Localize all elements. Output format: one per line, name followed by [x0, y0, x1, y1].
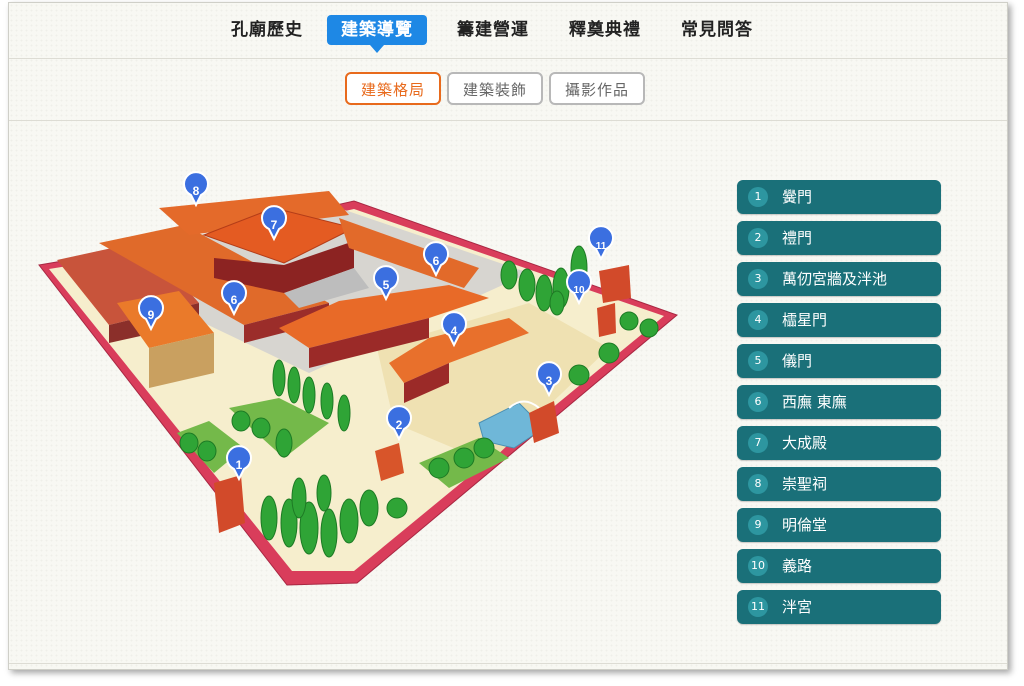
legend-item-1[interactable]: 1 黌門	[737, 180, 941, 214]
pan-palace-gate	[599, 265, 631, 303]
page-frame: 孔廟歷史 建築導覽 籌建營運 釋奠典禮 常見問答 建築格局 建築裝飾 攝影作品	[8, 2, 1008, 670]
temple-map: 1 2 3 4 5 6 6 7 8 9 10 11	[38, 171, 678, 586]
hong-gate	[214, 475, 245, 533]
pin-11-number: 11	[596, 241, 607, 252]
pin-8[interactable]: 8	[183, 171, 209, 208]
pin-10-number: 10	[573, 285, 585, 296]
legend-item-2[interactable]: 2 禮門	[737, 221, 941, 255]
pin-11[interactable]: 11	[588, 225, 614, 262]
legend-number-badge: 6	[748, 392, 768, 412]
yi-road-gate	[597, 303, 616, 337]
legend-item-11[interactable]: 11 泮宮	[737, 590, 941, 624]
legend-number-badge: 7	[748, 433, 768, 453]
legend-item-8[interactable]: 8 崇聖祠	[737, 467, 941, 501]
legend-label: 儀門	[782, 352, 813, 370]
pin-7-number: 7	[271, 218, 278, 232]
legend-item-9[interactable]: 9 明倫堂	[737, 508, 941, 542]
legend-number-badge: 4	[748, 310, 768, 330]
legend-number-badge: 5	[748, 351, 768, 371]
pin-6-west-number: 6	[231, 293, 238, 307]
pin-8-number: 8	[193, 184, 200, 198]
legend-label: 西廡 東廡	[782, 393, 847, 411]
legend-label: 崇聖祠	[782, 475, 828, 493]
legend-item-7[interactable]: 7 大成殿	[737, 426, 941, 460]
pin-3-number: 3	[546, 374, 553, 388]
pin-6-east-number: 6	[433, 254, 440, 268]
legend-label: 義路	[782, 557, 813, 575]
legend-number-badge: 11	[748, 597, 768, 617]
legend-number-badge: 2	[748, 228, 768, 248]
pin-5-number: 5	[383, 278, 390, 292]
footer-divider	[9, 663, 1007, 664]
legend-item-5[interactable]: 5 儀門	[737, 344, 941, 378]
legend-label: 明倫堂	[782, 516, 828, 534]
legend-label: 黌門	[782, 188, 813, 206]
legend-label: 櫺星門	[782, 311, 828, 329]
pin-1-number: 1	[236, 458, 243, 472]
legend-label: 大成殿	[782, 434, 828, 452]
legend-number-badge: 3	[748, 269, 768, 289]
legend-label: 萬仞宮牆及泮池	[782, 270, 888, 288]
pin-9-number: 9	[148, 308, 155, 322]
legend-label: 泮宮	[782, 598, 813, 616]
legend-number-badge: 9	[748, 515, 768, 535]
legend-number-badge: 1	[748, 187, 768, 207]
legend-item-10[interactable]: 10 義路	[737, 549, 941, 583]
legend-item-6[interactable]: 6 西廡 東廡	[737, 385, 941, 419]
legend-number-badge: 10	[748, 556, 768, 576]
legend-number-badge: 8	[748, 474, 768, 494]
legend-label: 禮門	[782, 229, 813, 247]
pin-2-number: 2	[396, 418, 403, 432]
legend-item-3[interactable]: 3 萬仞宮牆及泮池	[737, 262, 941, 296]
pin-4-number: 4	[451, 324, 458, 338]
legend-item-4[interactable]: 4 櫺星門	[737, 303, 941, 337]
